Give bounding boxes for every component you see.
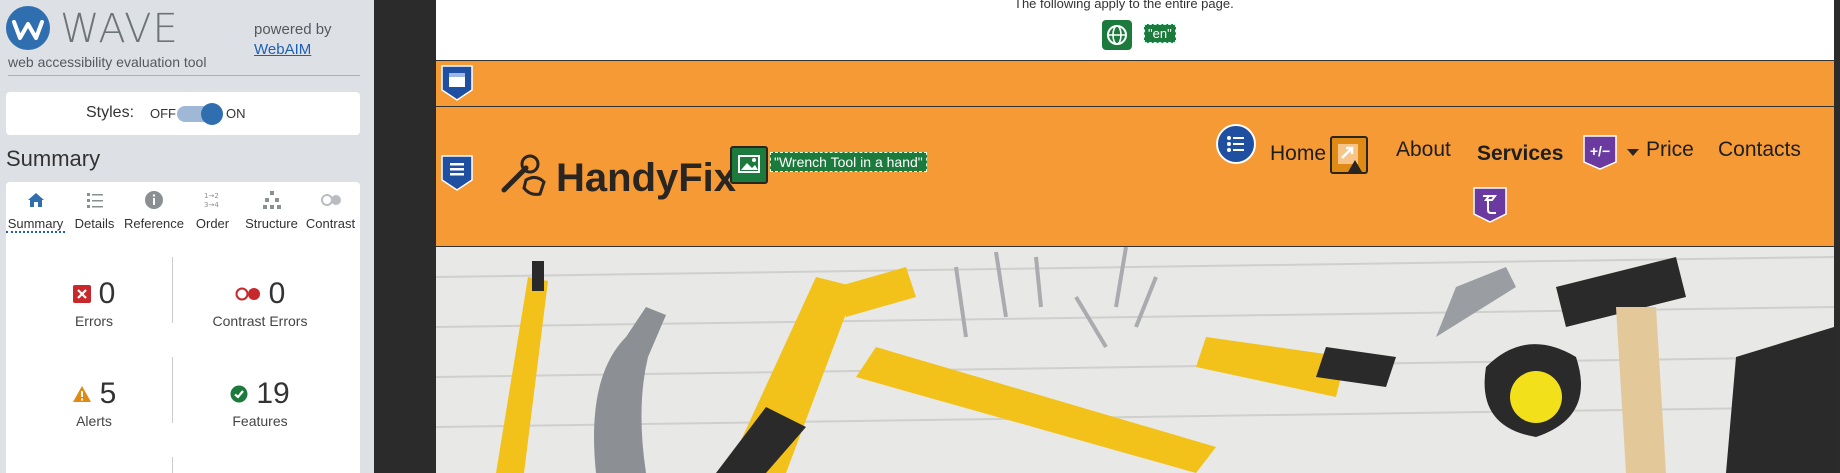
nav-about[interactable]: About: [1396, 138, 1451, 162]
contrast-errors-count: 0: [268, 277, 286, 310]
wave-title: WAVE: [60, 6, 179, 52]
nav-contacts[interactable]: Contacts: [1718, 138, 1801, 162]
chevron-down-icon[interactable]: [1626, 148, 1640, 158]
powered-by: powered by WebAIM: [254, 20, 332, 60]
tab-contrast[interactable]: Contrast: [301, 182, 360, 235]
page-level-text: The following apply to the entire page.: [1014, 0, 1234, 11]
tab-label: Details: [74, 216, 115, 231]
tab-label: Contrast: [305, 216, 356, 231]
tab-structure[interactable]: Structure: [242, 182, 301, 235]
header-band: [436, 60, 1834, 107]
tab-details[interactable]: Details: [65, 182, 124, 235]
tab-reference[interactable]: Reference: [124, 182, 184, 235]
list-icon: [87, 193, 103, 208]
contrast-icon: [321, 194, 341, 206]
summary-cards: 0 Errors 0 Contrast Errors 5 Alerts 19 F…: [6, 235, 360, 473]
features-label: Features: [232, 413, 288, 429]
tab-label: Structure: [245, 216, 298, 231]
expand-badge-text: +/−: [1589, 143, 1611, 159]
contrast-errors-stat[interactable]: 0 Contrast Errors: [180, 277, 340, 329]
tab-label: Order: [195, 216, 230, 231]
nav-home[interactable]: Home: [1270, 142, 1326, 166]
webaim-link[interactable]: WebAIM: [254, 40, 332, 60]
styles-on-label: ON: [226, 106, 246, 121]
aria-popup-icon[interactable]: [1472, 186, 1508, 224]
alerts-stat[interactable]: 5 Alerts: [14, 377, 174, 429]
styles-toggle[interactable]: [177, 103, 223, 125]
page-margin-right: [1834, 0, 1840, 473]
tab-order[interactable]: 1→2 3→4 Order: [183, 182, 242, 235]
order-icon: 1→23→4: [204, 192, 219, 209]
tools-photo: [436, 247, 1834, 473]
styles-label: Styles:: [86, 104, 135, 121]
errors-count: 0: [98, 277, 116, 310]
brand-name[interactable]: HandyFix: [556, 156, 736, 201]
errors-label: Errors: [74, 313, 114, 329]
features-count: 19: [256, 377, 290, 410]
info-icon: [145, 191, 163, 209]
tab-label: Reference: [124, 216, 184, 231]
svg-text:1→2: 1→2: [204, 192, 219, 200]
home-icon: [28, 193, 44, 207]
language-icon[interactable]: [1102, 20, 1132, 50]
wrench-hand-logo-icon: [501, 154, 546, 196]
wave-header: WAVE web accessibility evaluation tool p…: [0, 0, 374, 76]
svg-text:3→4: 3→4: [204, 201, 219, 209]
tab-label: Summary: [6, 216, 65, 233]
wave-tabs: Summary Details Reference 1→2 3→4 Order S…: [6, 182, 360, 235]
navigation-region-icon[interactable]: [440, 154, 474, 191]
feature-check-icon: [230, 385, 248, 403]
nav-services[interactable]: Services: [1477, 142, 1563, 166]
summary-heading: Summary: [6, 146, 101, 171]
page-level-info: The following apply to the entire page. …: [436, 0, 1834, 61]
nav-price[interactable]: Price: [1646, 138, 1694, 162]
aria-expanded-icon[interactable]: +/−: [1582, 134, 1618, 170]
wave-subtitle: web accessibility evaluation tool: [8, 54, 207, 70]
evaluated-page: The following apply to the entire page. …: [436, 0, 1834, 473]
structure-icon: [263, 191, 281, 209]
header-region-icon[interactable]: [440, 64, 474, 101]
language-tag: "en": [1144, 24, 1176, 43]
styles-toggle-box: Styles: OFF ON: [6, 92, 360, 135]
styles-off-label: OFF: [150, 106, 176, 121]
navbar: HandyFix "Wrench Tool in a hand" Home Ab…: [436, 106, 1834, 247]
alt-text-tag: "Wrench Tool in a hand": [770, 152, 927, 172]
error-icon: [72, 285, 91, 303]
alerts-label: Alerts: [76, 413, 112, 429]
wave-logo-icon: [6, 6, 50, 50]
tab-summary[interactable]: Summary: [6, 182, 65, 235]
unordered-list-icon[interactable]: [1216, 124, 1256, 164]
powered-by-label: powered by: [254, 21, 332, 38]
hero-image: [436, 247, 1834, 473]
errors-stat[interactable]: 0 Errors: [14, 277, 174, 329]
contrast-error-icon: [235, 287, 260, 301]
features-stat[interactable]: 19 Features: [180, 377, 340, 429]
divider: [172, 457, 173, 473]
contrast-errors-label: Contrast Errors: [212, 313, 308, 329]
page-margin: [374, 0, 436, 473]
redundant-link-alert-icon[interactable]: [1330, 136, 1368, 174]
alerts-count: 5: [99, 377, 117, 410]
header-divider: [8, 75, 360, 76]
toggle-knob[interactable]: [201, 103, 223, 125]
alert-icon: [72, 386, 91, 402]
linked-image-icon[interactable]: [730, 146, 768, 184]
wave-sidebar: WAVE web accessibility evaluation tool p…: [0, 0, 374, 473]
